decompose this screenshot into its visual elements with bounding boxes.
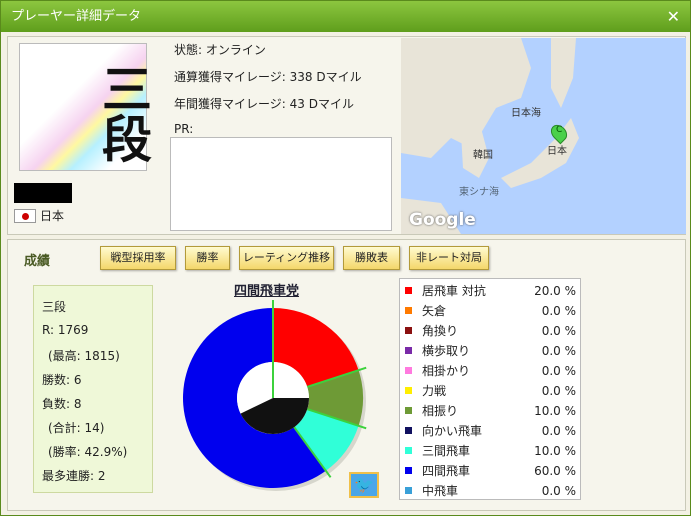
legend-label: 向かい飛車 — [422, 424, 483, 438]
map-label-japan-sea: 日本海 — [511, 108, 541, 119]
legend-value: 10.0 % — [534, 404, 576, 418]
legend-label: 力戦 — [422, 384, 447, 398]
twitter-bird-icon: 🐦 — [354, 475, 374, 494]
country-row: 日本 — [14, 207, 64, 224]
legend-value: 20.0 % — [534, 284, 576, 298]
year-miles-text: 年間獲得マイレージ: 43 Dマイル — [174, 97, 354, 111]
legend-swatch — [405, 427, 412, 434]
legend-swatch — [405, 387, 412, 394]
tab-non-rated-games[interactable]: 非レート対局 — [409, 246, 489, 270]
legend-value: 0.0 % — [541, 324, 576, 338]
legend-swatch — [405, 307, 412, 314]
map-marker-label: C — [556, 125, 563, 135]
twitter-share-button[interactable]: 🐦 — [349, 472, 379, 498]
stats-win-rate: (勝率: 42.9%) — [48, 445, 128, 459]
map-land — [401, 38, 579, 234]
results-panel: 成績 戦型採用率 勝率 レーティング推移 勝敗表 非レート対局 三段 R: 17… — [7, 239, 686, 511]
player-name-redacted — [14, 183, 72, 203]
google-logo: Google — [409, 210, 476, 230]
stats-max-streak: 最多連勝: 2 — [42, 469, 106, 483]
total-miles-text: 通算獲得マイレージ: 338 Dマイル — [174, 70, 362, 84]
legend-item: 中飛車 0.0 % — [400, 481, 582, 501]
legend-item: 横歩取り 0.0 % — [400, 341, 582, 361]
tab-win-rate[interactable]: 勝率 — [185, 246, 230, 270]
legend-value: 0.0 % — [541, 384, 576, 398]
country-name: 日本 — [40, 209, 65, 223]
legend-swatch — [405, 487, 412, 494]
legend-label: 矢倉 — [422, 304, 447, 318]
legend-item: 矢倉 0.0 % — [400, 301, 582, 321]
legend-value: 0.0 % — [541, 484, 576, 498]
close-icon[interactable]: ✕ — [667, 1, 680, 32]
tab-rating-history[interactable]: レーティング推移 — [239, 246, 334, 270]
legend-swatch — [405, 367, 412, 374]
rank-glyph: 三段 — [94, 63, 153, 163]
legend-label: 角換り — [422, 324, 459, 338]
legend-item: 三間飛車 10.0 % — [400, 441, 582, 461]
title-bar: プレーヤー詳細データ ✕ — [1, 1, 690, 32]
legend-label: 相掛かり — [422, 364, 471, 378]
legend-label: 相振り — [422, 404, 459, 418]
legend-label: 横歩取り — [422, 344, 471, 358]
pr-box — [170, 137, 392, 231]
stats-losses: 負数: 8 — [42, 397, 82, 411]
legend-value: 10.0 % — [534, 444, 576, 458]
legend-value: 60.0 % — [534, 464, 576, 478]
japan-flag-icon — [14, 208, 36, 223]
legend-swatch — [405, 447, 412, 454]
legend-item: 相掛かり 0.0 % — [400, 361, 582, 381]
chart-title[interactable]: 四間飛車党 — [234, 280, 299, 299]
legend-value: 0.0 % — [541, 344, 576, 358]
legend-swatch — [405, 347, 412, 354]
legend: 居飛車 対抗 20.0 % 矢倉 0.0 % 角換り 0.0 % 横歩取り 0.0 % 相掛かり… — [399, 278, 581, 500]
legend-item: 相振り 10.0 % — [400, 401, 582, 421]
results-heading: 成績 — [24, 254, 51, 269]
profile-panel: 三段 日本 状態: オンライン 通算獲得マイレージ: 338 Dマイル 年間獲得… — [7, 36, 686, 235]
stats-box: 三段 R: 1769 (最高: 1815) 勝数: 6 負数: 8 (合計: 1… — [33, 285, 153, 493]
stats-rating: R: 1769 — [42, 323, 89, 337]
legend-item: 居飛車 対抗 20.0 % — [400, 281, 582, 301]
legend-label: 四間飛車 — [422, 464, 471, 478]
tab-win-loss-table[interactable]: 勝敗表 — [343, 246, 400, 270]
legend-item: 力戦 0.0 % — [400, 381, 582, 401]
map-label-japan: 日本 — [547, 146, 567, 157]
window-title: プレーヤー詳細データ — [11, 9, 142, 24]
location-map[interactable]: 日本海 韓国 日本 東シナ海 C Google — [401, 38, 686, 234]
tab-strategy-rate[interactable]: 戦型採用率 — [100, 246, 176, 270]
status-text: 状態: オンライン — [174, 43, 266, 57]
legend-value: 0.0 % — [541, 424, 576, 438]
legend-label: 中飛車 — [422, 484, 459, 498]
strategy-pie-chart — [183, 300, 367, 491]
stats-max-rating: (最高: 1815) — [48, 349, 120, 363]
legend-swatch — [405, 327, 412, 334]
legend-item: 四間飛車 60.0 % — [400, 461, 582, 481]
legend-swatch — [405, 467, 412, 474]
legend-value: 0.0 % — [541, 304, 576, 318]
pr-label: PR: — [174, 122, 194, 136]
legend-value: 0.0 % — [541, 364, 576, 378]
map-label-east-china-sea: 東シナ海 — [459, 187, 499, 198]
rank-image: 三段 — [19, 43, 153, 171]
legend-item: 角換り 0.0 % — [400, 321, 582, 341]
legend-label: 三間飛車 — [422, 444, 471, 458]
legend-swatch — [405, 407, 412, 414]
legend-label: 居飛車 対抗 — [422, 284, 486, 298]
legend-item: 向かい飛車 0.0 % — [400, 421, 582, 441]
legend-swatch — [405, 287, 412, 294]
stats-rank: 三段 — [42, 300, 67, 314]
map-label-korea: 韓国 — [473, 150, 493, 161]
stats-wins: 勝数: 6 — [42, 373, 82, 387]
stats-total: (合計: 14) — [48, 421, 105, 435]
player-detail-window: プレーヤー詳細データ ✕ 三段 日本 状態: オンライン 通算獲得マイレージ: … — [0, 0, 691, 516]
